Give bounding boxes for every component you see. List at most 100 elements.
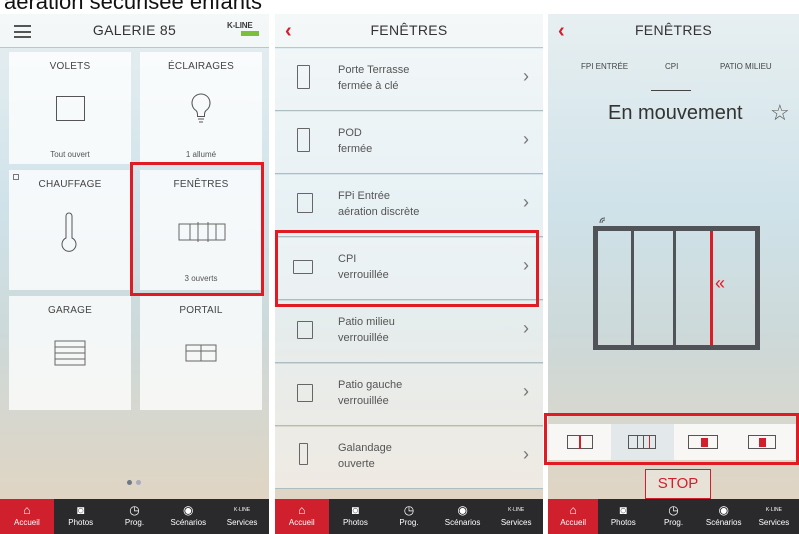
thermometer-icon xyxy=(61,212,77,252)
home-icon: ⌂ xyxy=(298,503,306,517)
item-state: verrouillée xyxy=(338,395,389,407)
tab-scenarios[interactable]: ◉ Scénarios xyxy=(699,499,749,534)
tile-title: VOLETS xyxy=(49,61,91,72)
small-box-icon xyxy=(13,174,19,180)
tab-photos[interactable]: ◙ Photos xyxy=(54,499,108,534)
page-indicator xyxy=(125,472,143,490)
list-item[interactable]: Porte Terrasse fermée à clé › xyxy=(275,49,543,111)
tab-patio-milieu[interactable]: PATIO MILIEU xyxy=(720,62,772,71)
tab-cpi[interactable]: CPI xyxy=(665,62,678,71)
kline-small-logo: K·LINE xyxy=(508,507,525,513)
tile-status: Tout ouvert xyxy=(50,150,90,159)
chevron-right-icon: › xyxy=(523,318,529,338)
kline-small-logo: K·LINE xyxy=(234,507,251,513)
item-state: verrouillée xyxy=(338,332,389,344)
tab-bar: ⌂ Accueil ◙ Photos ◷ Prog. ◉ Scénarios K·LIN… xyxy=(275,499,543,534)
window-vent-icon xyxy=(297,193,313,213)
tile-title: PORTAIL xyxy=(179,305,223,316)
item-name: Patio milieu xyxy=(338,316,395,328)
clock-icon: ◷ xyxy=(129,503,140,517)
play-icon: ◉ xyxy=(718,503,729,517)
lightbulb-icon xyxy=(191,93,211,123)
home-icon: ⌂ xyxy=(569,503,577,517)
item-state: ouverte xyxy=(338,458,375,470)
tab-scenarios[interactable]: ◉ Scénarios xyxy=(161,499,215,534)
shutter-icon xyxy=(56,96,85,121)
page-title: FENÊTRES xyxy=(370,22,448,38)
window-diagram: « xyxy=(593,226,760,350)
tab-accueil[interactable]: ⌂ Accueil xyxy=(275,499,329,534)
list-item[interactable]: Galandage ouverte › xyxy=(275,427,543,489)
tile-volets[interactable]: VOLETS Tout ouvert xyxy=(9,52,131,164)
clock-icon: ◷ xyxy=(668,503,679,517)
wifi-signal-icon xyxy=(599,217,606,224)
app-header: GALERIE 85 K-LINE xyxy=(0,14,269,48)
status-text: En mouvement xyxy=(608,102,743,124)
highlight-cpi-row xyxy=(275,230,539,307)
highlight-mode-controls xyxy=(544,413,799,465)
tile-portail[interactable]: PORTAIL xyxy=(140,296,262,410)
tile-chauffage[interactable]: CHAUFFAGE xyxy=(9,170,131,290)
chevron-right-icon: › xyxy=(523,381,529,401)
list-item[interactable]: Patio gauche verrouillée › xyxy=(275,364,543,426)
pocket-door-icon xyxy=(299,443,308,465)
tab-services[interactable]: K·LINE Services xyxy=(489,499,543,534)
camera-icon: ◙ xyxy=(351,503,360,517)
item-state: aération discrète xyxy=(338,206,420,218)
item-state: fermée à clé xyxy=(338,80,399,92)
chevron-right-icon: › xyxy=(523,66,529,86)
window-lock-icon xyxy=(297,321,313,339)
chevron-right-icon: › xyxy=(523,444,529,464)
app-header: ‹ FENÊTRES xyxy=(548,14,799,48)
tab-bar: ⌂ Accueil ◙ Photos ◷ Prog. ◉ Scénarios K·LIN… xyxy=(548,499,799,534)
play-icon: ◉ xyxy=(457,503,468,517)
item-name: FPi Entrée xyxy=(338,190,390,202)
chevron-right-icon: › xyxy=(523,129,529,149)
device-tabs: FPI ENTRÉE CPI PATIO MILIEU xyxy=(548,62,799,82)
garage-door-icon xyxy=(54,340,86,366)
list-item[interactable]: POD fermée › xyxy=(275,112,543,174)
tile-garage[interactable]: GARAGE xyxy=(9,296,131,410)
tab-fpi-entree[interactable]: FPI ENTRÉE xyxy=(581,62,628,71)
item-name: Porte Terrasse xyxy=(338,64,410,76)
sliding-arrows-icon: « xyxy=(715,273,725,293)
camera-icon: ◙ xyxy=(619,503,627,517)
tab-photos[interactable]: ◙ Photos xyxy=(329,499,383,534)
home-icon: ⌂ xyxy=(23,503,31,517)
tile-status: 1 allumé xyxy=(185,150,217,159)
list-item[interactable]: Patio milieu verrouillée › xyxy=(275,301,543,363)
play-icon: ◉ xyxy=(183,503,194,517)
favorite-star-icon[interactable]: ☆ xyxy=(770,102,790,124)
clock-icon: ◷ xyxy=(403,503,415,517)
tab-prog[interactable]: ◷ Prog. xyxy=(108,499,162,534)
tab-scenarios[interactable]: ◉ Scénarios xyxy=(436,499,490,534)
tab-prog[interactable]: ◷ Prog. xyxy=(648,499,698,534)
tile-title: ÉCLAIRAGES xyxy=(168,61,234,72)
door-icon xyxy=(297,65,310,89)
gate-icon xyxy=(185,344,217,362)
kline-logo: K-LINE xyxy=(227,21,259,41)
tab-services[interactable]: K·LINE Services xyxy=(215,499,269,534)
tab-accueil[interactable]: ⌂ Accueil xyxy=(0,499,54,534)
caption-text: aération sécurisée enfants xyxy=(4,0,263,14)
screenshot-composite: aération sécurisée enfants GALERIE 85 K-… xyxy=(0,0,799,534)
tab-accueil[interactable]: ⌂ Accueil xyxy=(548,499,599,534)
item-name: POD xyxy=(338,127,362,139)
item-name: Galandage xyxy=(338,442,392,454)
door-icon xyxy=(297,128,310,152)
stop-button[interactable]: STOP xyxy=(645,469,711,499)
tile-title: GARAGE xyxy=(48,305,92,316)
tile-title: CHAUFFAGE xyxy=(38,179,102,190)
tab-photos[interactable]: ◙ Photos xyxy=(598,499,648,534)
kline-small-logo: K·LINE xyxy=(765,507,782,513)
highlight-fenetres-tile xyxy=(130,162,264,296)
tab-bar: ⌂ Accueil ◙ Photos ◷ Prog. ◉ Scénarios K·LIN… xyxy=(0,499,269,534)
app-header: ‹ FENÊTRES xyxy=(275,14,543,48)
tile-eclairages[interactable]: ÉCLAIRAGES 1 allumé xyxy=(140,52,262,164)
tab-prog[interactable]: ◷ Prog. xyxy=(382,499,436,534)
window-lock-icon xyxy=(297,384,313,402)
list-item[interactable]: FPi Entrée aération discrète › xyxy=(275,175,543,237)
chevron-right-icon: › xyxy=(523,192,529,212)
tab-services[interactable]: K·LINE Services xyxy=(749,499,799,534)
item-name: Patio gauche xyxy=(338,379,403,391)
